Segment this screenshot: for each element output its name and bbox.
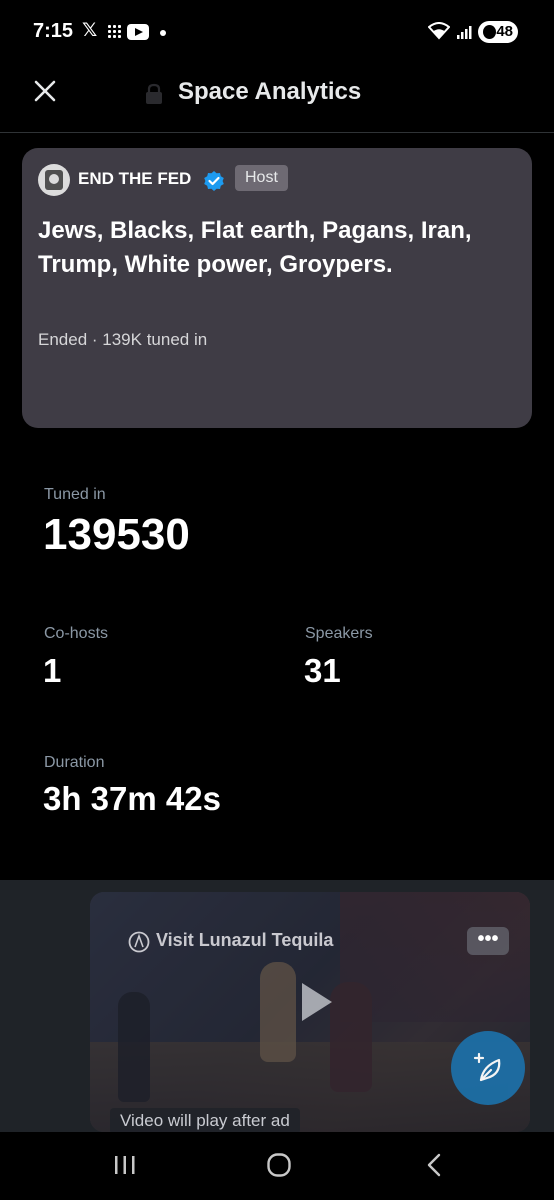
close-icon xyxy=(34,80,56,102)
wifi-icon xyxy=(428,22,450,40)
youtube-icon xyxy=(127,24,149,40)
x-app-icon: 𝕏 xyxy=(82,20,98,41)
play-icon[interactable] xyxy=(290,977,340,1027)
space-status: Ended · 139K tuned in xyxy=(38,330,208,349)
speakers-label: Speakers xyxy=(305,625,373,642)
back-icon[interactable] xyxy=(424,1153,444,1177)
recents-icon[interactable] xyxy=(113,1154,137,1176)
host-avatar[interactable] xyxy=(38,164,70,196)
duration-value: 3h 37m 42s xyxy=(43,780,221,817)
cohosts-value: 1 xyxy=(43,652,62,689)
lock-icon xyxy=(146,83,162,104)
charging-bolt-icon xyxy=(483,25,496,39)
cohosts-label: Co-hosts xyxy=(44,625,109,642)
tuned-in-label: Tuned in xyxy=(44,486,106,503)
notification-dot-icon xyxy=(160,30,166,36)
host-name[interactable]: END THE FED xyxy=(78,169,191,189)
ad-brand-label: Visit Lunazul Tequila xyxy=(156,930,334,950)
battery-level: 48 xyxy=(496,23,513,40)
ad-more-button[interactable]: ••• xyxy=(467,927,509,955)
tuned-in-value: 139530 xyxy=(43,510,190,559)
header: Space Analytics xyxy=(0,62,554,133)
space-title: Jews, Blacks, Flat earth, Pagans, Iran, … xyxy=(38,217,472,278)
status-bar: 7:15 𝕏 48 xyxy=(0,0,554,62)
close-button[interactable] xyxy=(30,76,62,108)
ad-caption: Video will play after ad xyxy=(110,1108,300,1132)
brand-logo-icon xyxy=(128,931,150,953)
verified-badge-icon xyxy=(204,171,224,191)
compose-space-icon xyxy=(473,1052,501,1082)
battery-icon: 48 xyxy=(478,21,518,43)
speakers-value: 31 xyxy=(304,652,341,689)
grid-app-icon xyxy=(108,25,122,39)
duration-label: Duration xyxy=(44,754,105,771)
host-badge: Host xyxy=(235,165,288,191)
status-time: 7:15 xyxy=(33,20,74,42)
ad-brand-link[interactable]: Visit Lunazul Tequila xyxy=(128,930,334,953)
space-card[interactable]: END THE FED Host Jews, Blacks, Flat eart… xyxy=(22,148,532,428)
page-title: Space Analytics xyxy=(178,78,362,105)
system-nav-bar xyxy=(0,1132,554,1200)
compose-space-button[interactable] xyxy=(451,1031,525,1105)
signal-icon xyxy=(457,26,472,39)
home-icon[interactable] xyxy=(266,1152,292,1178)
